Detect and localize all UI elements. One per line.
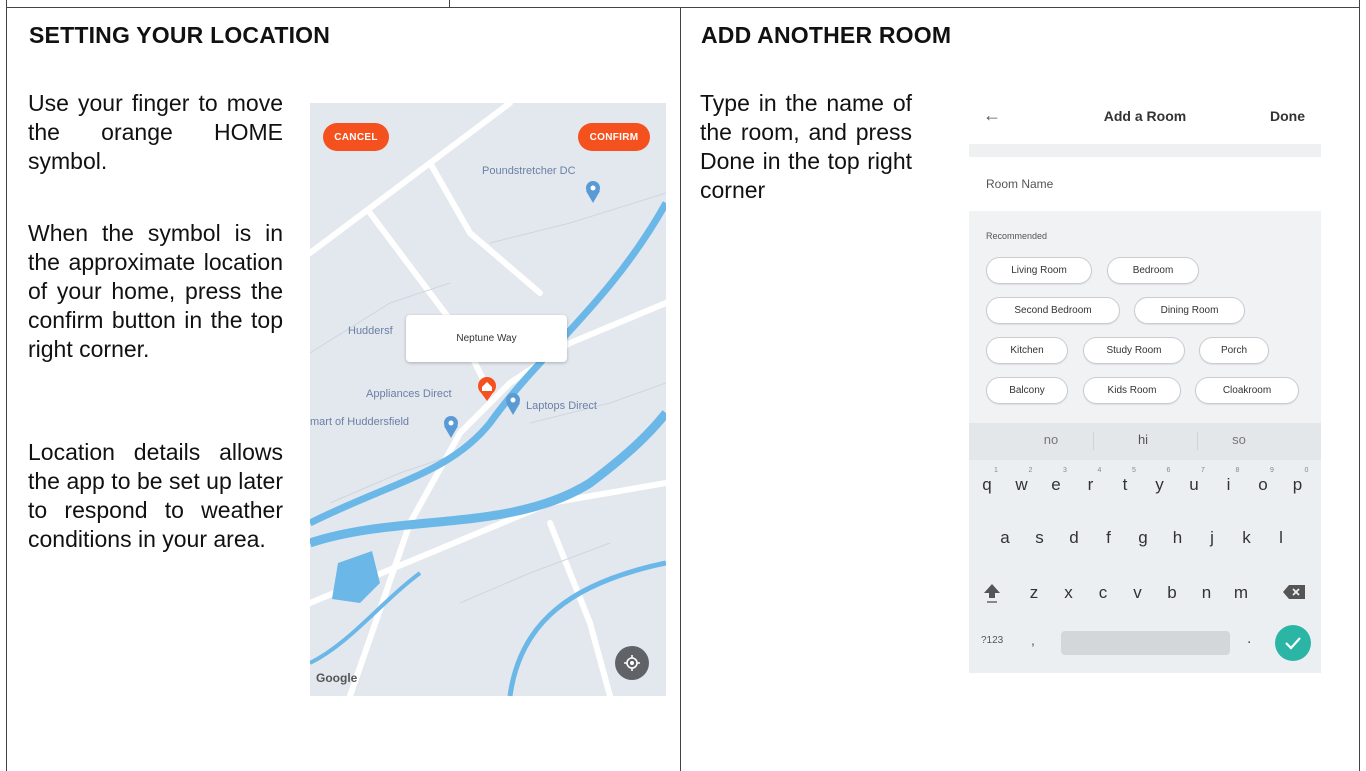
location-instruction-paragraph: Use your finger to move the orange HOME … bbox=[28, 90, 283, 174]
key-number-hint: 4 bbox=[1097, 467, 1102, 474]
period-key[interactable]: . bbox=[1247, 630, 1251, 648]
suggestion-divider bbox=[1197, 432, 1198, 450]
key-l[interactable]: l bbox=[1266, 528, 1296, 548]
place-label-huddersfield: Huddersf bbox=[348, 325, 393, 337]
chip-dining-room[interactable]: Dining Room bbox=[1134, 297, 1245, 324]
key-number-hint: 9 bbox=[1270, 467, 1274, 474]
place-label-appliances: Appliances Direct bbox=[366, 388, 452, 400]
chip-second-bedroom[interactable]: Second Bedroom bbox=[986, 297, 1120, 324]
key-m[interactable]: m bbox=[1226, 583, 1256, 603]
location-panel-title: SETTING YOUR LOCATION bbox=[29, 22, 331, 48]
key-number-hint: 6 bbox=[1166, 467, 1171, 474]
key-h[interactable]: h bbox=[1163, 528, 1193, 548]
key-number-hint: 2 bbox=[1028, 467, 1033, 474]
key-g[interactable]: g bbox=[1128, 528, 1158, 548]
key-w[interactable]: w bbox=[1007, 475, 1037, 495]
key-number-hint: 5 bbox=[1132, 467, 1136, 474]
my-location-button[interactable] bbox=[615, 646, 649, 680]
key-o[interactable]: o bbox=[1248, 475, 1278, 495]
key-number-hint: 3 bbox=[1063, 467, 1067, 474]
key-f[interactable]: f bbox=[1094, 528, 1124, 548]
room-name-field[interactable]: Room Name bbox=[986, 177, 1053, 191]
done-button[interactable]: Done bbox=[1270, 108, 1305, 124]
key-t[interactable]: t bbox=[1110, 475, 1140, 495]
header-divider bbox=[969, 144, 1321, 157]
enter-key[interactable] bbox=[1275, 625, 1311, 661]
suggestion-so[interactable]: so bbox=[1199, 432, 1279, 447]
spacebar-key[interactable] bbox=[1061, 631, 1230, 655]
recommended-label: Recommended bbox=[986, 231, 1048, 241]
key-u[interactable]: u bbox=[1179, 475, 1209, 495]
key-number-hint: 7 bbox=[1201, 467, 1205, 474]
place-label-laptops: Laptops Direct bbox=[526, 400, 597, 412]
chip-kitchen[interactable]: Kitchen bbox=[986, 337, 1068, 364]
key-i[interactable]: i bbox=[1214, 475, 1244, 495]
add-room-instruction-paragraph: Type in the name of the room, and press … bbox=[700, 90, 912, 203]
key-v[interactable]: v bbox=[1123, 583, 1153, 603]
key-n[interactable]: n bbox=[1192, 583, 1222, 603]
chip-study-room[interactable]: Study Room bbox=[1083, 337, 1185, 364]
symbols-key[interactable]: ?123 bbox=[981, 635, 1003, 646]
comma-key[interactable]: , bbox=[1031, 632, 1035, 648]
add-room-panel-title: ADD ANOTHER ROOM bbox=[701, 22, 952, 48]
chip-porch[interactable]: Porch bbox=[1199, 337, 1269, 364]
table-border-right bbox=[1359, 7, 1360, 771]
key-number-hint: 0 bbox=[1304, 467, 1309, 474]
key-r[interactable]: r bbox=[1076, 475, 1106, 495]
map-background bbox=[310, 103, 666, 696]
crosshair-icon bbox=[624, 655, 640, 671]
chip-cloakroom[interactable]: Cloakroom bbox=[1195, 377, 1299, 404]
chip-living-room[interactable]: Living Room bbox=[986, 257, 1092, 284]
key-z[interactable]: z bbox=[1019, 583, 1049, 603]
key-b[interactable]: b bbox=[1157, 583, 1187, 603]
key-k[interactable]: k bbox=[1232, 528, 1262, 548]
key-q[interactable]: q bbox=[972, 475, 1002, 495]
add-room-screenshot: ← Add a Room Done Room Name Recommended … bbox=[969, 90, 1321, 673]
app-header: ← Add a Room Done bbox=[969, 90, 1321, 144]
google-logo: Google bbox=[316, 671, 358, 685]
suggestion-hi[interactable]: hi bbox=[1103, 432, 1183, 447]
key-j[interactable]: j bbox=[1197, 528, 1227, 548]
map-cancel-button[interactable]: CANCEL bbox=[323, 123, 389, 151]
map-screenshot: CANCEL CONFIRM Poundstretcher DC Hudders… bbox=[310, 103, 666, 696]
place-label-poundstretcher: Poundstretcher DC bbox=[482, 165, 576, 177]
key-e[interactable]: e bbox=[1041, 475, 1071, 495]
shift-icon[interactable] bbox=[982, 582, 1002, 604]
key-p[interactable]: p bbox=[1283, 475, 1313, 495]
key-d[interactable]: d bbox=[1059, 528, 1089, 548]
chip-kids-room[interactable]: Kids Room bbox=[1083, 377, 1181, 404]
location-confirm-paragraph: When the symbol is in the approximate lo… bbox=[28, 220, 283, 362]
key-c[interactable]: c bbox=[1088, 583, 1118, 603]
backspace-icon[interactable] bbox=[1282, 584, 1306, 600]
key-a[interactable]: a bbox=[990, 528, 1020, 548]
chip-balcony[interactable]: Balcony bbox=[986, 377, 1068, 404]
key-number-hint: 8 bbox=[1235, 467, 1240, 474]
place-label-mart: mart of Huddersfield bbox=[310, 416, 410, 428]
location-details-paragraph: Location details allows the app to be se… bbox=[28, 439, 283, 552]
map-location-popup: Neptune Way bbox=[406, 315, 567, 362]
key-s[interactable]: s bbox=[1025, 528, 1055, 548]
suggestion-no[interactable]: no bbox=[1011, 432, 1091, 447]
checkmark-icon bbox=[1285, 637, 1301, 650]
screen-title: Add a Room bbox=[1103, 108, 1187, 124]
key-x[interactable]: x bbox=[1054, 583, 1084, 603]
suggestion-divider bbox=[1093, 432, 1094, 450]
key-number-hint: 1 bbox=[994, 467, 998, 474]
key-y[interactable]: y bbox=[1145, 475, 1175, 495]
chip-bedroom[interactable]: Bedroom bbox=[1107, 257, 1199, 284]
map-confirm-button[interactable]: CONFIRM bbox=[578, 123, 650, 151]
